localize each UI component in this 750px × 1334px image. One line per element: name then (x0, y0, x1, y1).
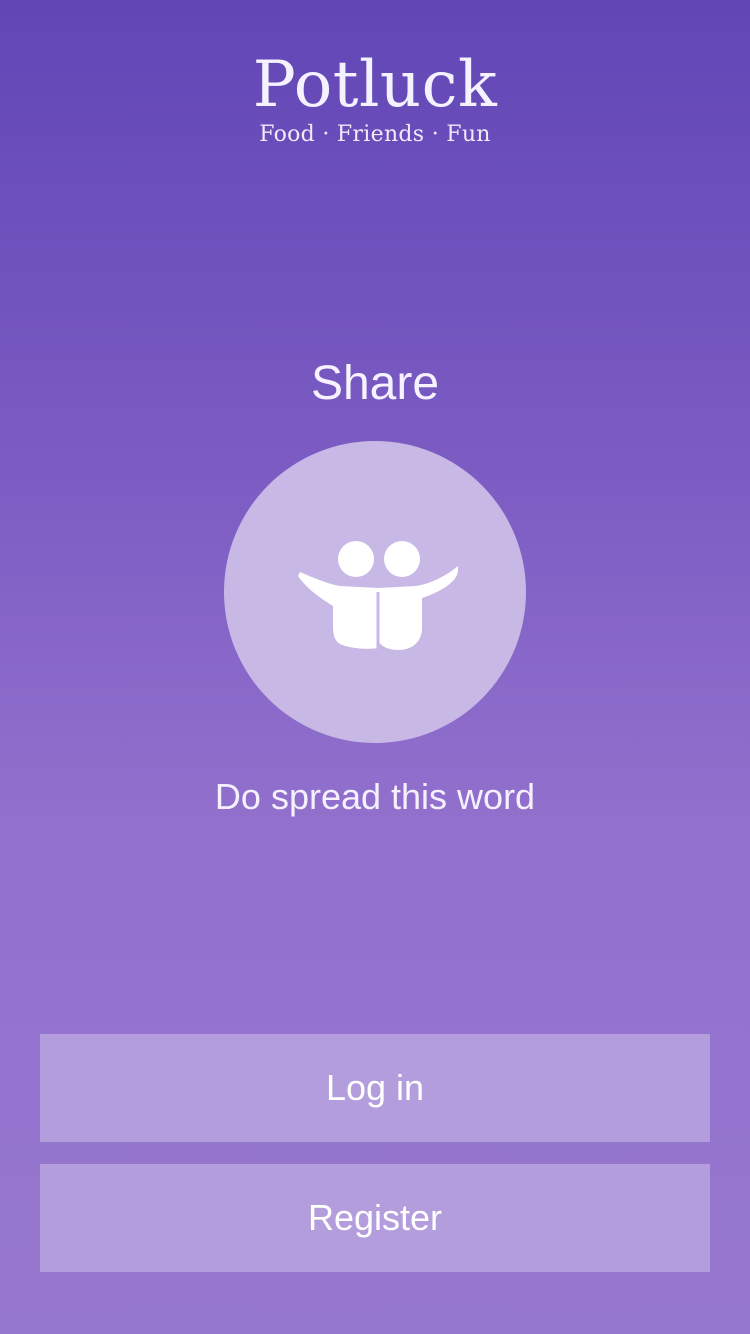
register-button[interactable]: Register (40, 1164, 710, 1272)
login-button[interactable]: Log in (40, 1034, 710, 1142)
brand-header: Potluck Food · Friends · Fun (0, 50, 750, 148)
friends-hugging-icon (298, 541, 458, 650)
app-logo-title: Potluck (252, 48, 498, 122)
onboarding-illustration (224, 441, 526, 743)
onboarding-heading: Share (310, 357, 440, 410)
app-tagline: Food · Friends · Fun (259, 122, 491, 147)
onboarding-subtitle: Do spread this word (214, 776, 536, 817)
